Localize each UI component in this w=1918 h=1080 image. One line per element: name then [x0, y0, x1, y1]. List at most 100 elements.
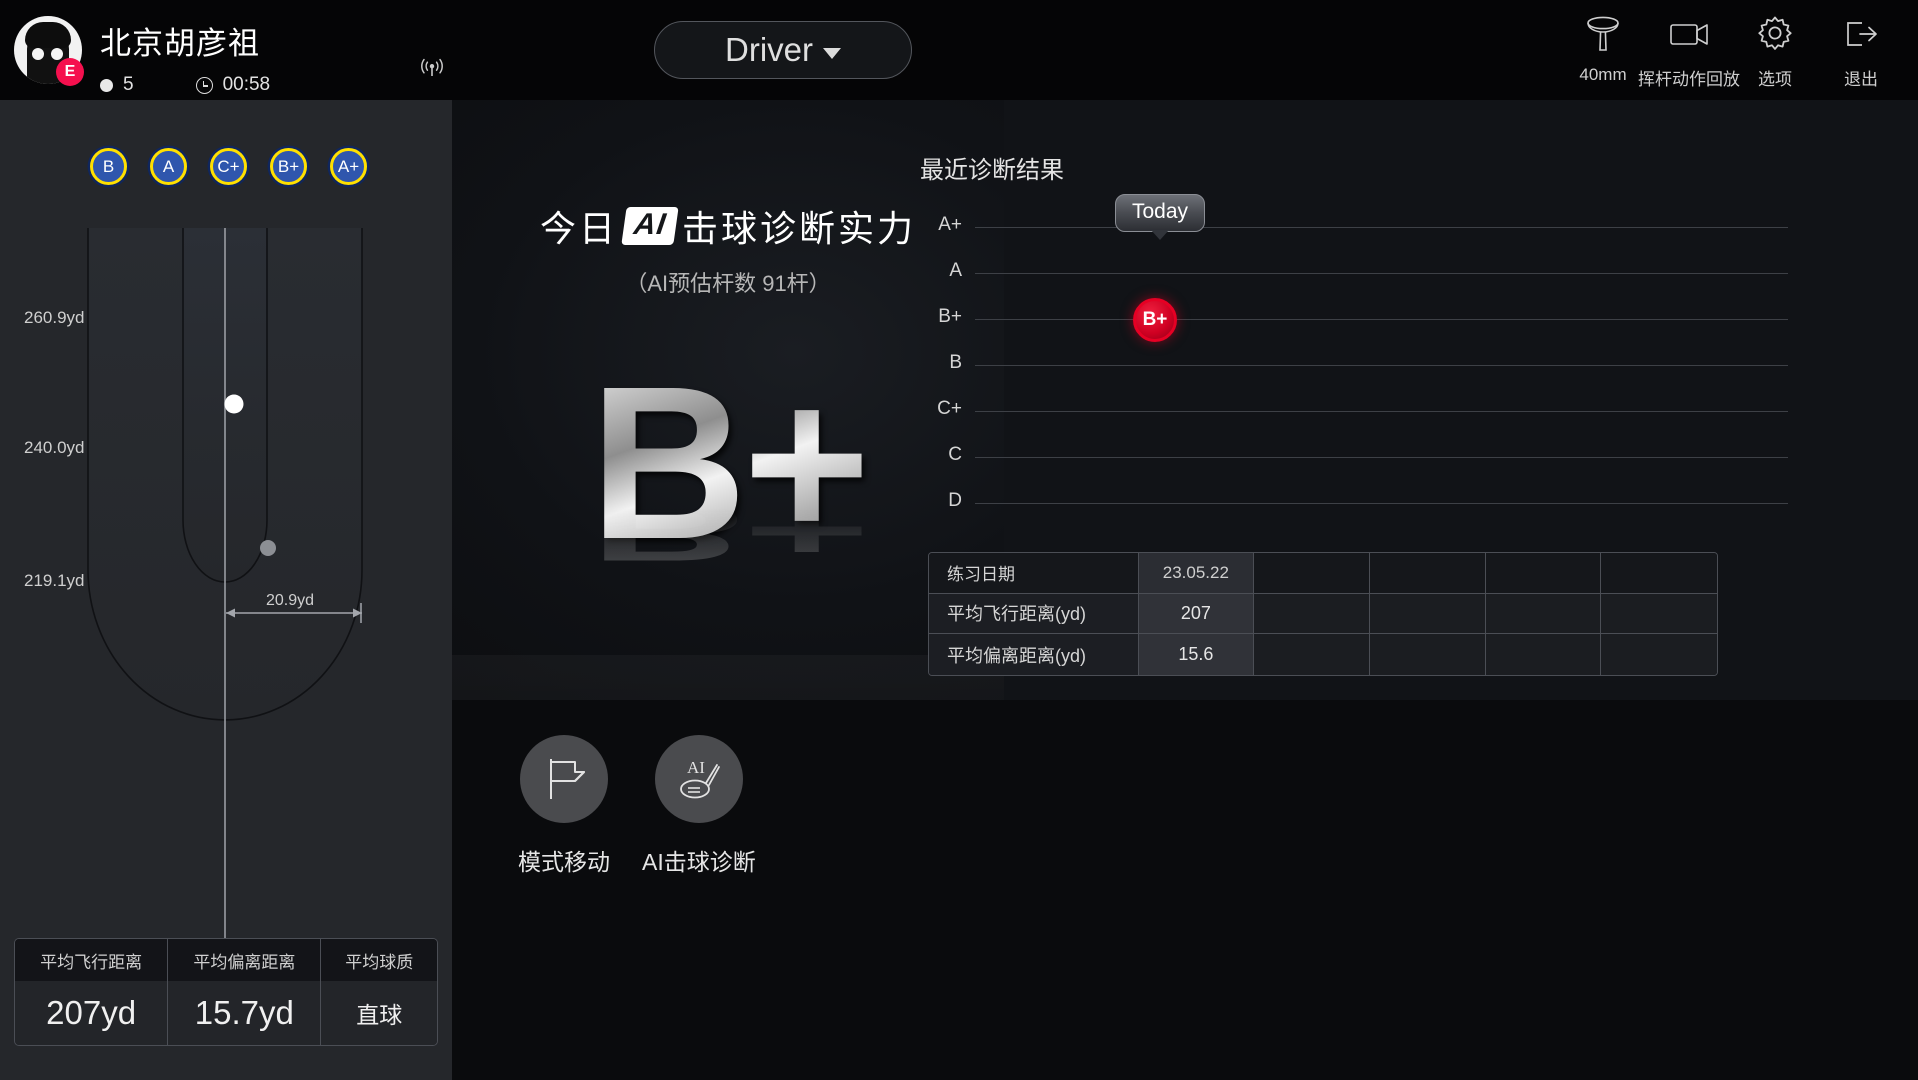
empty-cell — [1369, 634, 1486, 675]
row-label: 平均飞行距离(yd) — [929, 593, 1139, 634]
empty-cell — [1485, 553, 1602, 593]
table-row: 练习日期 23.05.22 — [929, 553, 1717, 594]
title-prefix: 今日 — [539, 208, 618, 249]
rank-badge: E — [56, 58, 84, 86]
chart-y-tick: B+ — [938, 306, 962, 327]
chart-gridline-row: D — [920, 490, 1788, 511]
empty-cell — [1254, 634, 1370, 675]
chart-y-tick: A — [949, 260, 962, 281]
today-grade-marker[interactable]: B+ — [1133, 298, 1177, 342]
mode-move-button[interactable]: 模式移动 — [518, 735, 610, 877]
golf-tee-icon — [1580, 10, 1626, 58]
title-suffix: 击球诊断实力 — [682, 208, 917, 249]
user-profile[interactable]: E 北京胡彦祖 5 00:58 — [14, 16, 270, 96]
swing-replay-label: 挥杆动作回放 — [1638, 70, 1740, 89]
club-selector[interactable]: Driver — [654, 21, 912, 79]
header-toolbar: 40mm 挥杆动作回放 选项 退出 — [1560, 10, 1904, 90]
gridline — [975, 319, 1788, 321]
exit-label: 退出 — [1844, 70, 1878, 89]
deviation-label: 20.9yd — [266, 592, 315, 609]
golf-simulator-screen: E 北京胡彦祖 5 00:58 Driver 40mm 挥杆动作回放 选项 退出… — [0, 0, 1918, 1080]
chart-y-tick: D — [948, 490, 962, 511]
avatar-eye-right — [51, 48, 63, 60]
gridline — [975, 411, 1788, 413]
empty-cell — [1601, 634, 1717, 675]
chart-gridline-row: B+ — [920, 306, 1788, 327]
empty-cell — [1254, 553, 1370, 593]
chart-y-tick: C+ — [937, 398, 962, 419]
stat-value: 207yd — [15, 981, 168, 1045]
gridline — [975, 365, 1788, 367]
empty-cell — [1601, 593, 1717, 634]
stat-column-deviation: 平均偏离距离 15.7yd — [168, 939, 322, 1045]
mode-move-label: 模式移动 — [518, 849, 610, 875]
empty-cell — [1601, 553, 1717, 593]
tee-height-button[interactable]: 40mm — [1560, 10, 1646, 90]
chart-title: 最近诊断结果 — [920, 157, 1064, 184]
empty-cell — [1369, 553, 1486, 593]
gridline — [975, 273, 1788, 275]
gridline — [975, 457, 1788, 459]
user-meta: 北京胡彦祖 5 00:58 — [100, 16, 270, 96]
chart-gridline-row: C+ — [920, 398, 1788, 419]
shot-dispersion-view[interactable]: 260.9yd 240.0yd 219.1yd 20.9yd — [0, 100, 452, 980]
empty-cell — [1485, 634, 1602, 675]
chart-gridline-row: A — [920, 260, 1788, 281]
distance-label: 260.9yd — [24, 308, 85, 327]
stat-value: 15.7yd — [168, 981, 321, 1045]
chart-gridline-row: A+ — [920, 214, 1788, 235]
stat-header: 平均偏离距离 — [168, 939, 321, 981]
exit-button[interactable]: 退出 — [1818, 10, 1904, 90]
golf-ball-icon — [100, 78, 113, 92]
row-value: 15.6 — [1138, 634, 1255, 675]
stage-floor — [452, 655, 1004, 700]
exit-arrow-icon — [1838, 10, 1884, 58]
ai-driver-icon: AI — [654, 735, 743, 823]
bottom-action-bar: 模式移动 AI AI击球诊断 — [452, 700, 1918, 1080]
stat-value: 直球 — [321, 981, 437, 1045]
empty-cell — [1485, 593, 1602, 634]
user-name: 北京胡彦祖 — [100, 26, 260, 61]
flag-icon — [520, 735, 608, 823]
history-table: 练习日期 23.05.22 平均飞行距离(yd) 207 平均偏离距离(yd) … — [928, 552, 1718, 676]
options-button[interactable]: 选项 — [1732, 10, 1818, 90]
chart-y-tick: B — [949, 352, 962, 373]
user-stats-row: 5 00:58 — [100, 74, 270, 96]
left-shot-panel: B A C+ B+ A+ 260.9yd 240.0yd 219.1yd 20.… — [0, 100, 452, 1080]
shot-summary-table: 平均飞行距离 207yd 平均偏离距离 15.7yd 平均球质 直球 — [14, 938, 438, 1046]
svg-text:AI: AI — [687, 758, 705, 777]
ai-diagnosis-button[interactable]: AI AI击球诊断 — [642, 735, 756, 877]
stat-header: 平均球质 — [321, 939, 437, 981]
avatar[interactable]: E — [14, 16, 84, 86]
chevron-down-icon — [823, 48, 841, 59]
ai-chip: AI — [621, 207, 679, 245]
distance-label: 219.1yd — [24, 571, 85, 590]
gear-icon — [1753, 10, 1797, 58]
timer-value: 00:58 — [222, 74, 271, 95]
clock-icon — [195, 76, 213, 94]
chart-y-tick: C — [948, 444, 962, 465]
stat-column-carry: 平均飞行距离 207yd — [15, 939, 169, 1045]
stat-column-quality: 平均球质 直球 — [321, 939, 437, 1045]
row-label: 练习日期 — [929, 553, 1139, 593]
row-value: 23.05.22 — [1138, 553, 1255, 593]
video-camera-icon — [1663, 10, 1715, 58]
fairway-diagram — [87, 228, 363, 980]
table-row: 平均飞行距离(yd) 207 — [929, 593, 1717, 635]
row-value: 207 — [1138, 593, 1255, 634]
table-row: 平均偏离距离(yd) 15.6 — [929, 634, 1717, 675]
chart-gridline-row: B — [920, 352, 1788, 373]
avatar-hair — [25, 22, 71, 48]
row-label: 平均偏离距离(yd) — [929, 634, 1139, 675]
today-tooltip: Today — [1115, 194, 1206, 232]
tee-height-label: 40mm — [1579, 65, 1627, 84]
recent-results-panel: 最近诊断结果 A+ A B+ B C+ C D Today B+ 练习日期 23… — [920, 100, 1918, 700]
avatar-eye-left — [32, 48, 44, 60]
distance-label: 240.0yd — [24, 438, 85, 457]
broadcast-signal-icon — [421, 58, 443, 76]
swing-replay-button[interactable]: 挥杆动作回放 — [1638, 10, 1740, 90]
ball-count: 5 — [123, 74, 134, 95]
options-label: 选项 — [1758, 70, 1792, 89]
stat-header: 平均飞行距离 — [15, 939, 168, 981]
ai-diagnosis-label: AI击球诊断 — [642, 849, 756, 875]
